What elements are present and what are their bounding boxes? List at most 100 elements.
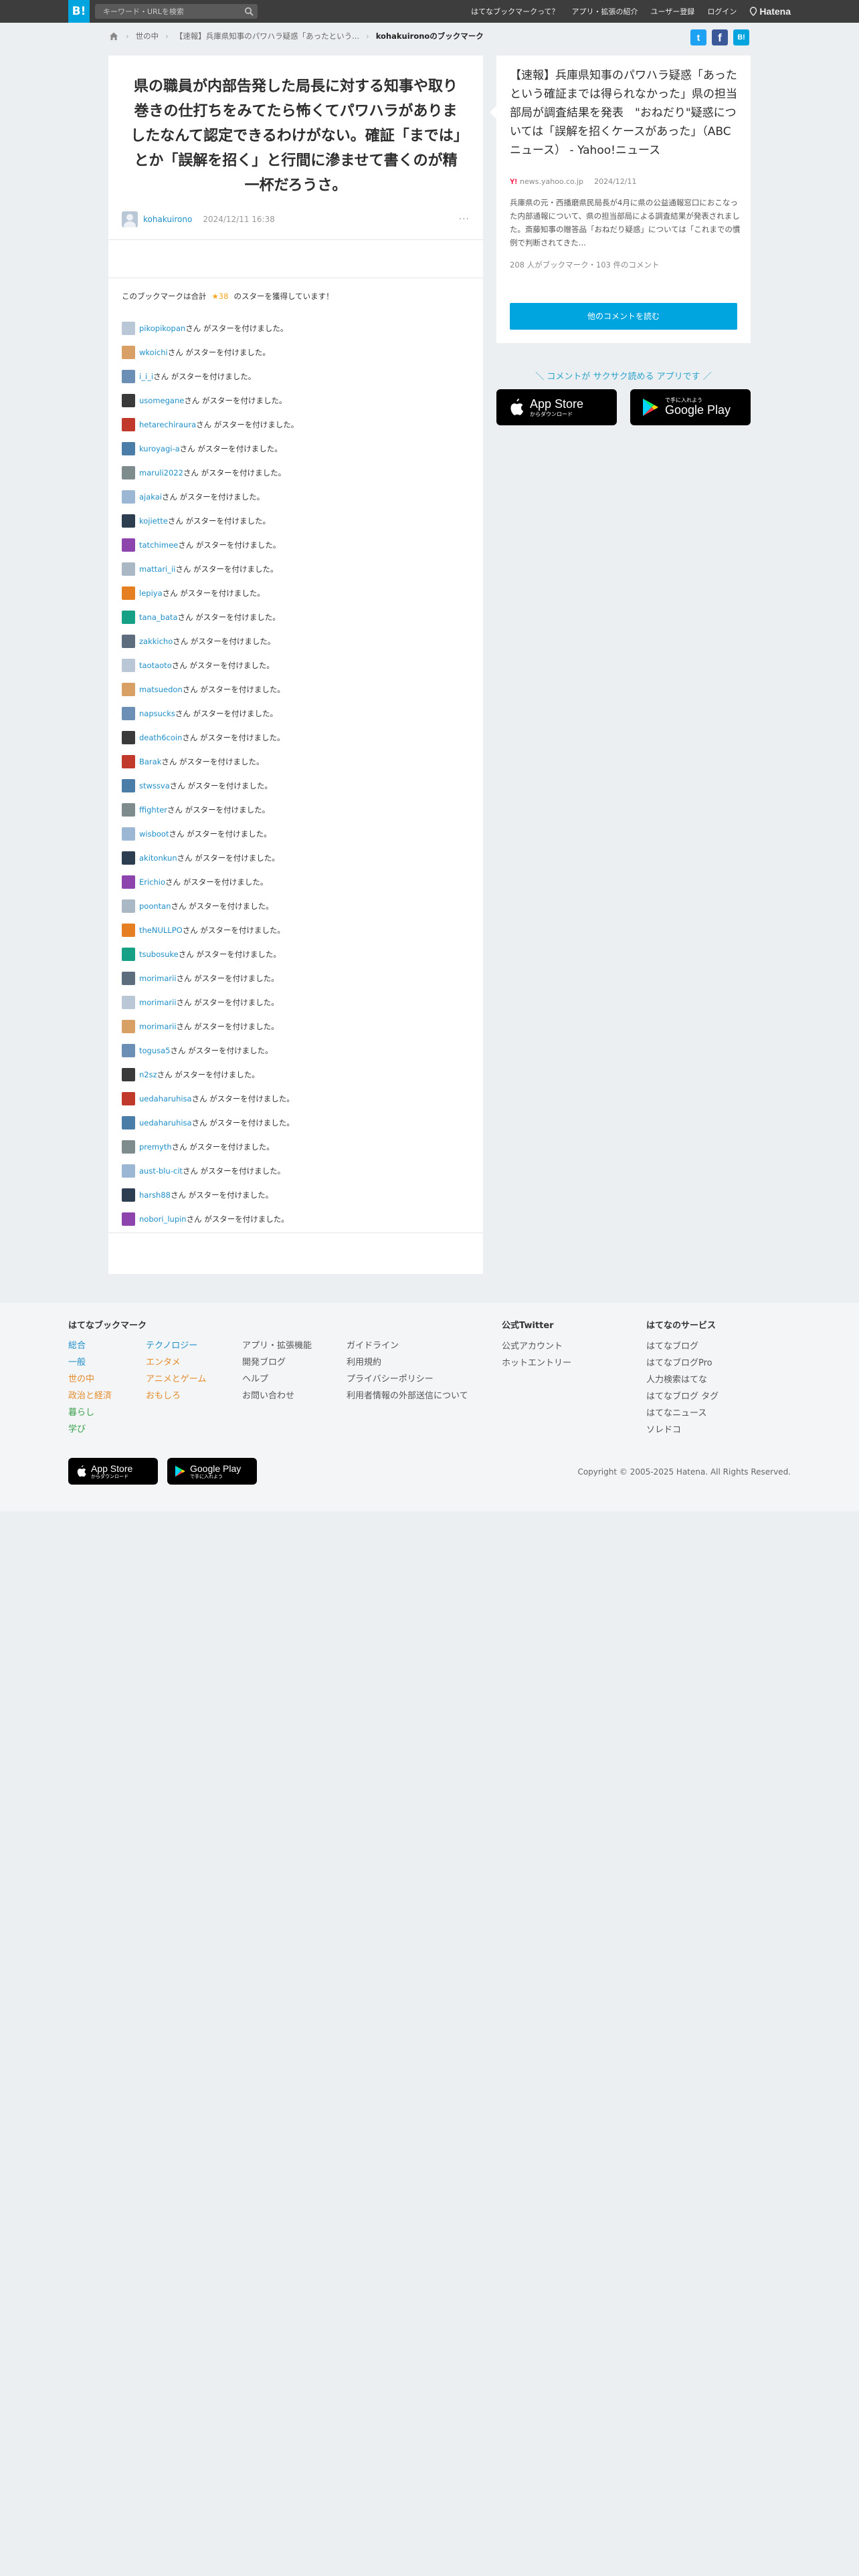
footer-category-link[interactable]: 政治と経済 xyxy=(68,1388,112,1404)
footer-category-link[interactable]: アニメとゲーム xyxy=(146,1371,206,1388)
star-user-link[interactable]: morimarii xyxy=(139,998,177,1007)
star-user-link[interactable]: Erichio xyxy=(139,877,165,887)
footer-link[interactable]: 利用者情報の外部送信について xyxy=(347,1388,468,1404)
user-avatar-icon[interactable] xyxy=(122,731,135,744)
footer-category-link[interactable]: 暮らし xyxy=(68,1404,112,1421)
search-icon[interactable] xyxy=(244,7,254,16)
footer-service-link[interactable]: 人力検索はてな xyxy=(646,1372,719,1388)
footer-google-play-button[interactable]: Google Play で手に入れよう xyxy=(167,1458,257,1485)
footer-category-link[interactable]: 一般 xyxy=(68,1354,112,1371)
star-user-link[interactable]: Barak xyxy=(139,757,161,766)
user-avatar-icon[interactable] xyxy=(122,755,135,768)
footer-service-link[interactable]: はてなニュース xyxy=(646,1405,719,1422)
user-avatar-icon[interactable] xyxy=(122,924,135,937)
footer-link[interactable]: プライバシーポリシー xyxy=(347,1371,468,1388)
user-avatar-icon[interactable] xyxy=(122,1164,135,1178)
user-avatar-icon[interactable] xyxy=(122,707,135,720)
user-avatar-icon[interactable] xyxy=(122,611,135,624)
breadcrumb-category[interactable]: 世の中 xyxy=(136,31,159,41)
twitter-share-button[interactable]: t xyxy=(690,29,706,45)
user-avatar-icon[interactable] xyxy=(122,394,135,407)
user-avatar-icon[interactable] xyxy=(122,1092,135,1105)
user-avatar-icon[interactable] xyxy=(122,1044,135,1057)
star-user-link[interactable]: mattari_ii xyxy=(139,564,175,574)
app-store-button[interactable]: App Store からダウンロード xyxy=(496,389,617,425)
footer-link[interactable]: アプリ・拡張機能 xyxy=(242,1337,312,1354)
star-user-link[interactable]: kuroyagi-a xyxy=(139,444,180,453)
star-user-link[interactable]: hetarechiraura xyxy=(139,420,196,429)
footer-link[interactable]: ヘルプ xyxy=(242,1371,312,1388)
footer-link[interactable]: ガイドライン xyxy=(347,1337,468,1354)
footer-service-link[interactable]: はてなブログ タグ xyxy=(646,1388,719,1405)
entry-domain-link[interactable]: news.yahoo.co.jp xyxy=(520,177,583,186)
star-user-link[interactable]: maruli2022 xyxy=(139,468,183,477)
star-user-link[interactable]: kojiette xyxy=(139,516,168,526)
user-avatar-icon[interactable] xyxy=(122,635,135,648)
user-avatar-icon[interactable] xyxy=(122,490,135,504)
comment-user-link[interactable]: kohakuirono xyxy=(143,215,192,224)
footer-twitter-link[interactable]: 公式アカウント xyxy=(502,1338,571,1355)
star-user-link[interactable]: uedaharuhisa xyxy=(139,1094,192,1103)
star-user-link[interactable]: poontan xyxy=(139,901,171,911)
star-user-link[interactable]: matsuedon xyxy=(139,685,183,694)
footer-twitter-link[interactable]: ホットエントリー xyxy=(502,1355,571,1372)
star-user-link[interactable]: death6coin xyxy=(139,733,182,742)
user-avatar-icon[interactable] xyxy=(122,1020,135,1033)
breadcrumb-entry[interactable]: 【速報】兵庫県知事のパワハラ疑惑「あったという... xyxy=(175,31,359,41)
footer-service-link[interactable]: はてなブログ xyxy=(646,1338,719,1355)
footer-app-store-button[interactable]: App Store からダウンロード xyxy=(68,1458,158,1485)
star-user-link[interactable]: tsubosuke xyxy=(139,950,179,959)
star-user-link[interactable]: togusa5 xyxy=(139,1046,171,1055)
footer-category-link[interactable]: エンタメ xyxy=(146,1354,206,1371)
user-avatar-icon[interactable] xyxy=(122,322,135,335)
user-avatar-icon[interactable] xyxy=(122,875,135,889)
star-user-link[interactable]: morimarii xyxy=(139,1022,177,1031)
star-user-link[interactable]: stwssva xyxy=(139,781,170,790)
star-user-link[interactable]: theNULLPO xyxy=(139,926,183,935)
star-user-link[interactable]: zakkicho xyxy=(139,637,173,646)
nav-register[interactable]: ユーザー登録 xyxy=(651,6,695,17)
footer-service-link[interactable]: ソレドコ xyxy=(646,1422,719,1438)
user-avatar-icon[interactable] xyxy=(122,1116,135,1130)
star-user-link[interactable]: premyth xyxy=(139,1142,172,1152)
user-avatar-icon[interactable] xyxy=(122,827,135,841)
user-avatar-icon[interactable] xyxy=(122,418,135,431)
entry-title-link[interactable]: 【速報】兵庫県知事のパワハラ疑惑「あったという確証までは得られなかった」県の担当… xyxy=(510,66,741,160)
user-avatar-icon[interactable] xyxy=(122,562,135,576)
star-count[interactable]: ★38 xyxy=(212,292,229,301)
star-user-link[interactable]: wkoichi xyxy=(139,348,168,357)
user-avatar-icon[interactable] xyxy=(122,442,135,455)
footer-link[interactable]: お問い合わせ xyxy=(242,1388,312,1404)
star-user-link[interactable]: nobori_lupin xyxy=(139,1214,187,1224)
user-avatar-icon[interactable] xyxy=(122,1140,135,1154)
user-avatar-icon[interactable] xyxy=(122,538,135,552)
star-user-link[interactable]: ffighter xyxy=(139,805,167,815)
user-avatar-icon[interactable] xyxy=(122,586,135,600)
footer-category-link[interactable]: 世の中 xyxy=(68,1371,112,1388)
star-user-link[interactable]: aust-blu-cit xyxy=(139,1166,183,1176)
user-avatar-icon[interactable] xyxy=(122,466,135,479)
user-avatar-icon[interactable] xyxy=(122,996,135,1009)
user-avatar-icon[interactable] xyxy=(122,346,135,359)
star-user-link[interactable]: tatchimee xyxy=(139,540,178,550)
footer-link[interactable]: 開発ブログ xyxy=(242,1354,312,1371)
star-user-link[interactable]: i_i_i xyxy=(139,372,153,381)
star-user-link[interactable]: harsh88 xyxy=(139,1190,171,1200)
footer-category-link[interactable]: 総合 xyxy=(68,1337,112,1354)
star-user-link[interactable]: wisboot xyxy=(139,829,169,839)
nav-apps[interactable]: アプリ・拡張の紹介 xyxy=(572,6,638,17)
user-avatar-icon[interactable] xyxy=(122,1068,135,1081)
star-user-link[interactable]: morimarii xyxy=(139,974,177,983)
footer-link[interactable]: 利用規約 xyxy=(347,1354,468,1371)
user-avatar-icon[interactable] xyxy=(122,779,135,792)
nav-about[interactable]: はてなブックマークって？ xyxy=(471,6,559,17)
hatena-brand-link[interactable]: Hatena xyxy=(749,6,791,17)
star-user-link[interactable]: n2sz xyxy=(139,1070,157,1079)
star-user-link[interactable]: akitonkun xyxy=(139,853,177,863)
entry-counts-link[interactable]: 208 人がブックマーク・103 件のコメント xyxy=(510,259,659,270)
avatar[interactable] xyxy=(122,211,138,227)
comment-date-link[interactable]: 2024/12/11 16:38 xyxy=(203,215,275,224)
user-avatar-icon[interactable] xyxy=(122,1188,135,1202)
user-avatar-icon[interactable] xyxy=(122,1212,135,1226)
star-user-link[interactable]: lepiya xyxy=(139,588,163,598)
